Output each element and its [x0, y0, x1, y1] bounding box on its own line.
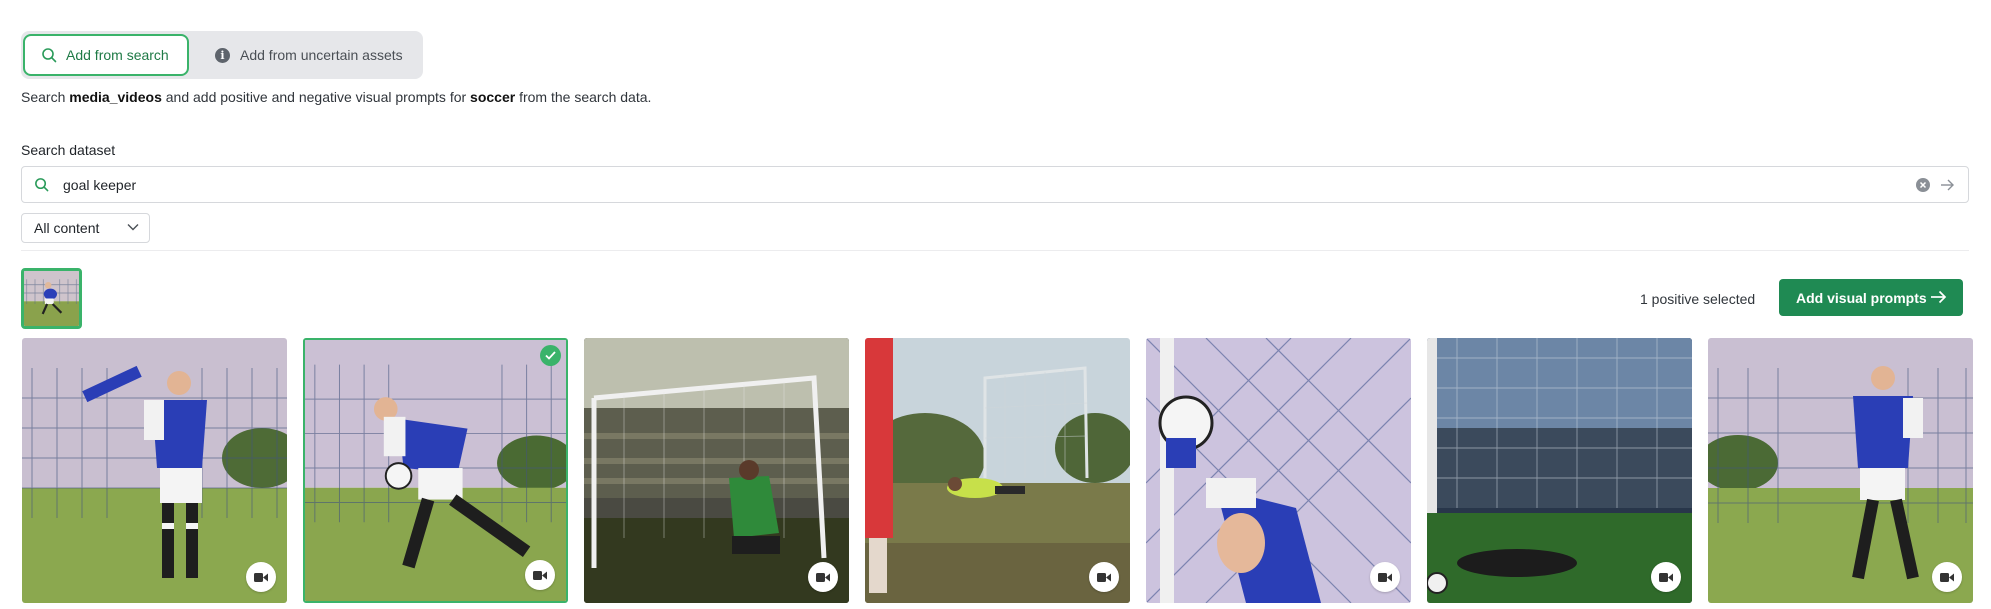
tab-add-from-uncertain-assets[interactable]: i Add from uncertain assets — [197, 34, 415, 76]
result-card[interactable] — [584, 338, 849, 603]
result-image — [584, 338, 849, 603]
result-image — [865, 338, 1130, 603]
video-camera-icon — [246, 562, 276, 592]
concept-name: soccer — [470, 89, 516, 105]
result-image — [1146, 338, 1411, 603]
dataset-name: media_videos — [69, 89, 162, 105]
add-visual-prompts-label: Add visual prompts — [1796, 289, 1927, 306]
video-camera-icon — [1370, 562, 1400, 592]
tab-add-from-search-label: Add from search — [66, 47, 169, 63]
arrow-right-icon — [1930, 290, 1947, 304]
divider — [21, 250, 1969, 251]
search-description: Search media_videos and add positive and… — [21, 89, 652, 105]
add-visual-prompts-button[interactable]: Add visual prompts — [1779, 279, 1963, 316]
result-card[interactable] — [1146, 338, 1411, 603]
result-image — [1427, 338, 1692, 603]
result-image — [305, 340, 566, 601]
check-icon — [540, 345, 561, 366]
result-card[interactable] — [1427, 338, 1692, 603]
source-tabs: Add from search i Add from uncertain ass… — [21, 31, 423, 79]
tab-add-from-uncertain-label: Add from uncertain assets — [240, 47, 403, 63]
result-card[interactable] — [865, 338, 1130, 603]
search-dataset-label: Search dataset — [21, 142, 116, 158]
positive-selected-count: 1 positive selected — [1640, 291, 1756, 307]
video-camera-icon — [808, 562, 838, 592]
arrow-right-icon[interactable] — [1940, 178, 1955, 192]
chevron-down-icon — [127, 223, 139, 231]
result-image — [1708, 338, 1973, 603]
search-query[interactable]: goal keeper — [63, 177, 136, 193]
clear-icon[interactable] — [1916, 178, 1930, 192]
selected-prompt-thumbnail[interactable] — [21, 268, 82, 329]
result-card[interactable] — [1708, 338, 1973, 603]
info-icon: i — [215, 47, 230, 63]
tab-add-from-search[interactable]: Add from search — [23, 34, 189, 76]
search-icon — [41, 47, 57, 63]
video-camera-icon — [1651, 562, 1681, 592]
search-input[interactable]: goal keeper — [21, 166, 1969, 203]
result-image — [22, 338, 287, 603]
video-camera-icon — [1089, 562, 1119, 592]
video-camera-icon — [525, 560, 555, 590]
result-card[interactable] — [22, 338, 287, 603]
result-card-selected[interactable] — [303, 338, 568, 603]
content-filter-value: All content — [34, 220, 100, 236]
video-camera-icon — [1932, 562, 1962, 592]
search-icon — [34, 177, 49, 192]
content-filter-select[interactable]: All content — [21, 213, 150, 243]
